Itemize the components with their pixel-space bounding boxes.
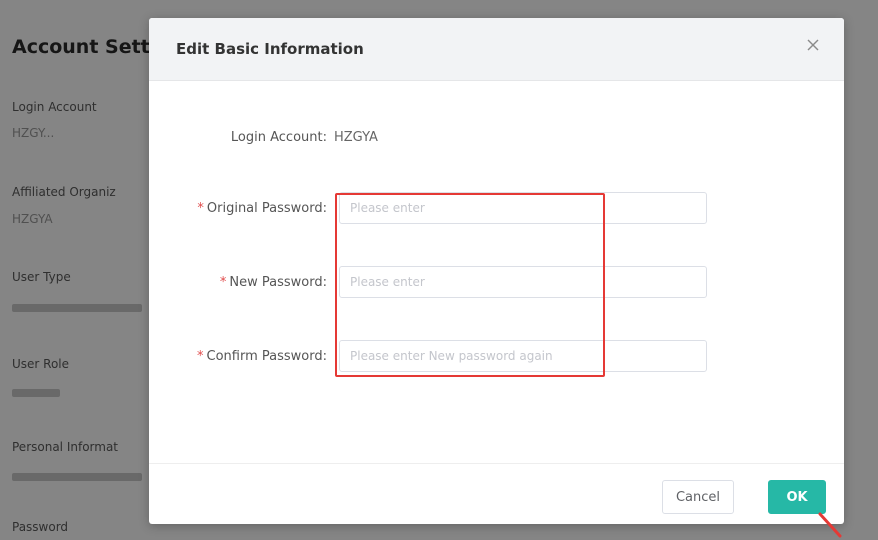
login-account-field-value: HZGYA — [334, 130, 378, 145]
new-password-input[interactable] — [339, 266, 707, 298]
page: Account Setti Login Account HZGY... Affi… — [0, 0, 878, 540]
confirm-password-label: * Confirm Password: — [197, 349, 327, 364]
footer-divider — [149, 463, 844, 464]
original-password-label: * Original Password: — [197, 201, 327, 216]
cancel-button[interactable]: Cancel — [662, 480, 734, 514]
new-password-label: * New Password: — [220, 275, 327, 290]
original-password-label-text: Original Password: — [206, 201, 327, 216]
dialog-title: Edit Basic Information — [176, 40, 364, 58]
login-account-field-label: Login Account: — [230, 130, 327, 145]
new-password-label-text: New Password: — [229, 275, 327, 290]
ok-button[interactable]: OK — [768, 480, 826, 514]
edit-basic-information-dialog: Edit Basic Information Login Account: HZ… — [149, 18, 844, 524]
dialog-header: Edit Basic Information — [149, 18, 844, 81]
confirm-password-label-text: Confirm Password: — [206, 349, 327, 364]
login-account-row: Login Account: HZGYA — [149, 121, 844, 157]
confirm-password-input[interactable] — [339, 340, 707, 372]
confirm-password-row: * Confirm Password: — [149, 340, 844, 376]
required-mark: * — [197, 349, 204, 364]
required-mark: * — [197, 201, 204, 216]
original-password-row: * Original Password: — [149, 192, 844, 228]
close-icon[interactable] — [804, 38, 822, 56]
new-password-row: * New Password: — [149, 266, 844, 302]
required-mark: * — [219, 275, 227, 290]
original-password-input[interactable] — [339, 192, 707, 224]
